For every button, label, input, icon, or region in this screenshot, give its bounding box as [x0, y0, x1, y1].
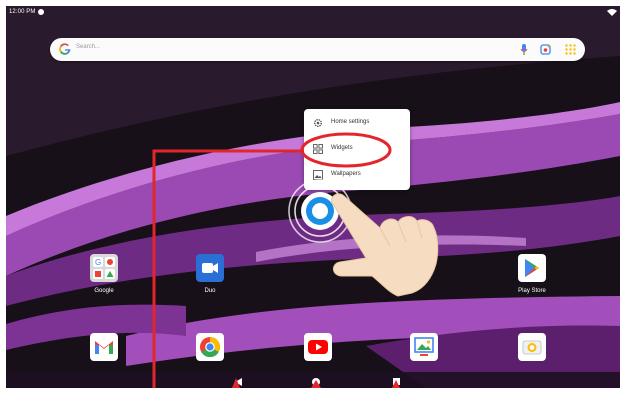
notification-icon: •: [38, 9, 44, 15]
home-context-menu: Home settings Widgets Wallpapers: [304, 109, 410, 190]
menu-item-label: Wallpapers: [331, 171, 361, 177]
status-time: 12:00 PM: [9, 9, 36, 15]
app-chrome[interactable]: [180, 333, 240, 377]
menu-item-wallpapers[interactable]: Wallpapers: [304, 163, 410, 188]
gear-icon: [314, 119, 322, 127]
app-photos[interactable]: [394, 333, 454, 377]
wallpaper-icon: [313, 170, 323, 180]
status-bar: 12:00 PM •: [6, 6, 620, 20]
app-play-store[interactable]: Play Store: [502, 254, 562, 298]
app-google-folder[interactable]: G Google: [74, 254, 134, 298]
wallpaper: [6, 6, 620, 388]
home-screen: 12:00 PM • Search...: [6, 6, 620, 388]
gmail-icon: [90, 333, 118, 361]
camera-icon: [518, 333, 546, 361]
mic-icon[interactable]: [520, 44, 528, 55]
play-store-icon: [518, 254, 546, 282]
app-duo[interactable]: Duo: [180, 254, 240, 298]
search-placeholder: Search...: [76, 44, 101, 50]
app-gmail[interactable]: [74, 333, 134, 377]
app-label: Play Store: [518, 288, 546, 294]
search-bar[interactable]: Search...: [50, 38, 585, 61]
nav-recents-icon[interactable]: [393, 378, 400, 385]
google-g-icon: [59, 43, 71, 55]
photos-icon: [410, 333, 438, 361]
widgets-icon: [313, 144, 323, 154]
app-camera[interactable]: [502, 333, 562, 377]
youtube-icon: [304, 333, 332, 361]
app-grid-icon[interactable]: [564, 43, 577, 56]
app-label: Duo: [204, 288, 216, 294]
lens-icon[interactable]: [540, 44, 551, 55]
duo-icon: [196, 254, 224, 282]
google-folder-icon: G: [90, 254, 118, 282]
nav-home-icon[interactable]: [312, 378, 320, 386]
menu-item-label: Widgets: [331, 145, 353, 151]
chrome-icon: [196, 333, 224, 361]
svg-text:G: G: [95, 258, 101, 267]
wifi-icon: [607, 9, 617, 16]
app-youtube[interactable]: [288, 333, 348, 377]
menu-item-home-settings[interactable]: Home settings: [304, 111, 410, 136]
app-label: Google: [94, 288, 114, 294]
menu-item-label: Home settings: [331, 119, 370, 125]
menu-item-widgets[interactable]: Widgets: [304, 137, 410, 162]
nav-back-icon[interactable]: [235, 378, 243, 386]
